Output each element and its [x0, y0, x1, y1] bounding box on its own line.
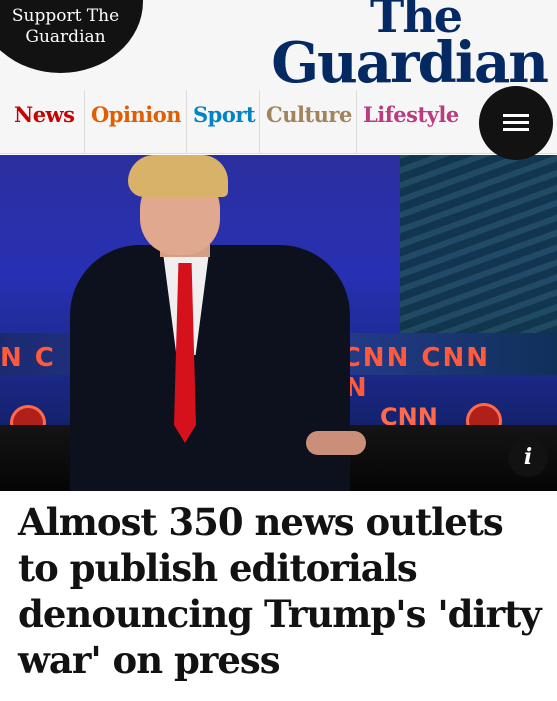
nav-item-news[interactable]: News [8, 90, 75, 153]
nav-item-opinion[interactable]: Opinion [84, 90, 181, 153]
backdrop-stripes [400, 155, 557, 355]
support-label-line2: Guardian [25, 27, 106, 47]
support-button[interactable]: Support The Guardian [0, 0, 143, 73]
hamburger-menu-icon [503, 114, 529, 117]
figure-hair [128, 155, 228, 197]
image-info-icon[interactable]: i [508, 437, 548, 477]
speaker-figure [70, 155, 366, 491]
article-headline: Almost 350 news outlets to publish edito… [18, 500, 542, 682]
nav-item-culture[interactable]: Culture [259, 90, 352, 153]
menu-button[interactable] [479, 86, 553, 160]
nav-item-lifestyle[interactable]: Lifestyle [356, 90, 459, 153]
support-label-line1: Support The [11, 6, 120, 26]
figure-hand [306, 431, 366, 455]
section-nav: News Opinion Sport Culture Lifestyle [0, 90, 557, 153]
hamburger-menu-icon-bar [503, 128, 529, 131]
figure-suit [70, 245, 350, 491]
site-header: Support The Guardian The Guardian News O… [0, 0, 557, 154]
nav-item-sport[interactable]: Sport [186, 90, 256, 153]
guardian-logo[interactable]: The Guardian [271, 0, 549, 96]
logo-guardian: Guardian [271, 30, 549, 96]
hero-image[interactable]: N C W CNN CNN CNN CNN [0, 155, 557, 491]
backdrop-cnn-text-left: N C [0, 343, 56, 373]
hamburger-menu-icon-bar [503, 121, 529, 124]
